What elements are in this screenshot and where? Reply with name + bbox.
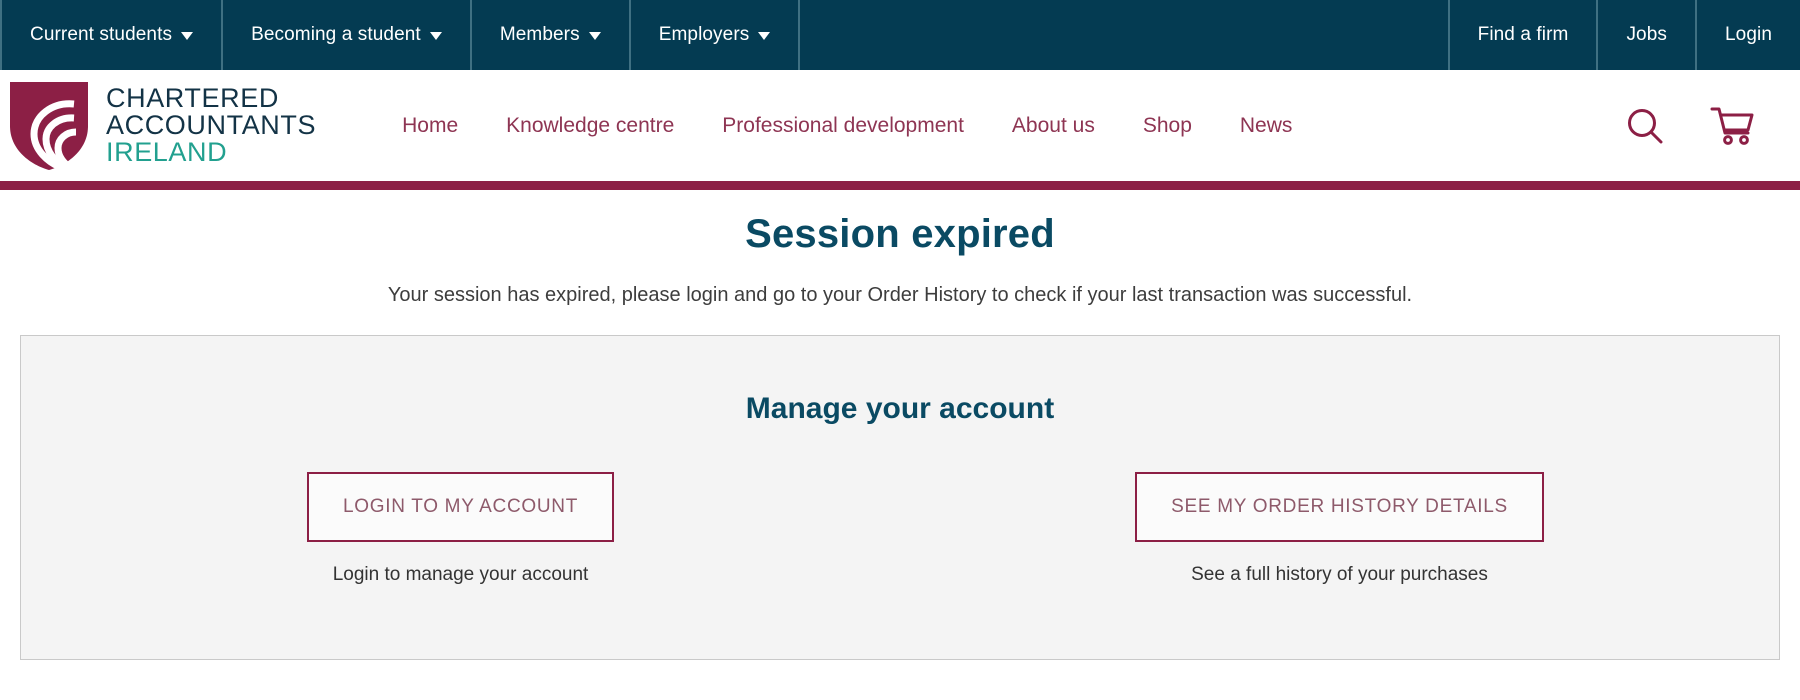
chevron-down-icon [589, 32, 601, 40]
topnav-label: Find a firm [1478, 24, 1569, 46]
site-masthead: CHARTERED ACCOUNTANTS IRELAND Home Knowl… [0, 70, 1800, 181]
top-utility-right-group: Find a firm Jobs Login [1448, 0, 1800, 70]
nav-item-professional-development[interactable]: Professional development [698, 114, 988, 138]
top-utility-bar: Current students Becoming a student Memb… [0, 0, 1800, 70]
topnav-label: Members [500, 24, 580, 46]
order-history-action-caption: See a full history of your purchases [1191, 564, 1488, 586]
cart-icon[interactable] [1710, 105, 1756, 147]
panel-actions: LOGIN TO MY ACCOUNT Login to manage your… [21, 472, 1779, 586]
topnav-label: Login [1725, 24, 1772, 46]
nav-item-shop[interactable]: Shop [1119, 114, 1216, 138]
action-column-order-history: SEE MY ORDER HISTORY DETAILS See a full … [900, 472, 1779, 586]
logo-line-ireland: IRELAND [106, 139, 316, 166]
login-action-caption: Login to manage your account [333, 564, 589, 586]
topnav-label: Becoming a student [251, 24, 421, 46]
nav-item-knowledge-centre[interactable]: Knowledge centre [482, 114, 698, 138]
topnav-item-find-a-firm[interactable]: Find a firm [1448, 0, 1599, 70]
top-utility-spacer [800, 0, 1447, 70]
logo-line-accountants: ACCOUNTANTS [106, 112, 316, 139]
page-subtitle: Your session has expired, please login a… [0, 284, 1800, 307]
search-icon[interactable] [1624, 105, 1666, 147]
brand-accent-rule [0, 181, 1800, 190]
site-logo[interactable]: CHARTERED ACCOUNTANTS IRELAND [8, 80, 316, 172]
see-my-order-history-details-button[interactable]: SEE MY ORDER HISTORY DETAILS [1135, 472, 1544, 542]
nav-item-news[interactable]: News [1216, 114, 1317, 138]
topnav-label: Current students [30, 24, 172, 46]
topnav-label: Jobs [1626, 24, 1667, 46]
header-icon-group [1624, 105, 1800, 147]
panel-title: Manage your account [21, 392, 1779, 426]
page-content: Session expired Your session has expired… [0, 190, 1800, 660]
chartered-accountants-shield-icon [8, 80, 90, 172]
topnav-item-members[interactable]: Members [472, 0, 631, 70]
main-navigation: Home Knowledge centre Professional devel… [378, 114, 1624, 138]
logo-wordmark: CHARTERED ACCOUNTANTS IRELAND [106, 85, 316, 166]
topnav-label: Employers [659, 24, 750, 46]
nav-item-home[interactable]: Home [378, 114, 482, 138]
topnav-item-becoming-a-student[interactable]: Becoming a student [223, 0, 472, 70]
top-utility-left-group: Current students Becoming a student Memb… [0, 0, 800, 70]
logo-line-chartered: CHARTERED [106, 85, 316, 112]
topnav-item-login[interactable]: Login [1697, 0, 1800, 70]
action-column-login: LOGIN TO MY ACCOUNT Login to manage your… [21, 472, 900, 586]
page-title: Session expired [0, 212, 1800, 257]
chevron-down-icon [430, 32, 442, 40]
chevron-down-icon [758, 32, 770, 40]
topnav-item-jobs[interactable]: Jobs [1598, 0, 1697, 70]
manage-account-panel: Manage your account LOGIN TO MY ACCOUNT … [20, 335, 1780, 660]
topnav-item-employers[interactable]: Employers [631, 0, 801, 70]
topnav-item-current-students[interactable]: Current students [0, 0, 223, 70]
chevron-down-icon [181, 32, 193, 40]
nav-item-about-us[interactable]: About us [988, 114, 1119, 138]
login-to-my-account-button[interactable]: LOGIN TO MY ACCOUNT [307, 472, 614, 542]
